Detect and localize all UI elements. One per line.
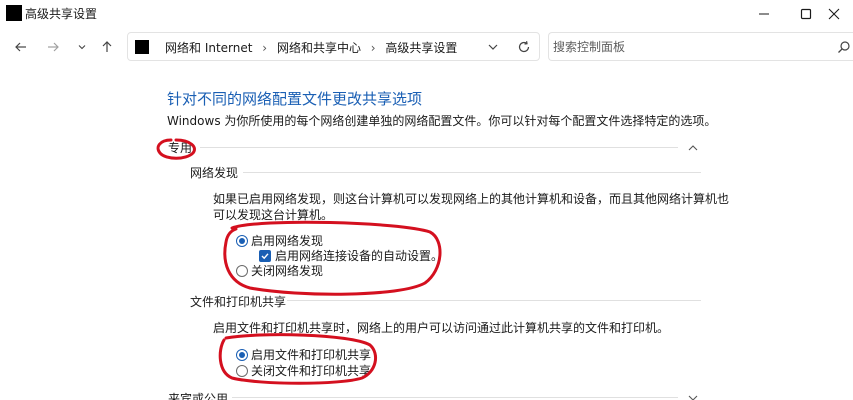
chevron-down-icon: [688, 395, 698, 400]
page-title: 针对不同的网络配置文件更改共享选项: [167, 90, 423, 108]
chevron-down-icon: [488, 44, 498, 50]
network-discovery-title: 网络发现: [190, 166, 239, 180]
window-title: 高级共享设置: [25, 7, 98, 21]
network-discovery-on-radio[interactable]: [236, 234, 248, 247]
search-box[interactable]: [548, 32, 853, 61]
breadcrumb-separator-icon[interactable]: ›: [262, 41, 267, 55]
main-content: 针对不同的网络配置文件更改共享选项 Windows 为你所使用的每个网络创建单独…: [0, 66, 853, 400]
breadcrumb-item-advanced-sharing[interactable]: 高级共享设置: [385, 41, 457, 55]
search-icon[interactable]: [836, 39, 852, 55]
chevron-up-icon: [688, 145, 698, 151]
up-button[interactable]: [97, 37, 117, 57]
maximize-icon: [800, 8, 812, 20]
description-line: 可以发现这台计算机。: [213, 208, 334, 222]
breadcrumb-item-network-sharing-center[interactable]: 网络和共享中心: [277, 41, 361, 55]
option-label: 启用文件和打印机共享: [251, 348, 372, 362]
recent-locations-button[interactable]: [72, 37, 92, 57]
refresh-button[interactable]: [516, 39, 532, 55]
file-printer-sharing-description: 启用文件和打印机共享时，网络上的用户可以访问通过此计算机共享的文件和打印机。: [213, 321, 670, 335]
forward-button[interactable]: [43, 37, 63, 57]
expand-guest-public-button[interactable]: [686, 391, 700, 400]
network-discovery-off-radio[interactable]: [236, 264, 248, 277]
title-bar: 高级共享设置: [0, 0, 853, 28]
address-dropdown-button[interactable]: [485, 39, 501, 55]
file-printer-sharing-off-radio[interactable]: [236, 364, 248, 377]
description-line: 如果已启用网络发现，则这台计算机可以发现网络上的其他计算机和设备，而且其他网络计…: [213, 192, 730, 206]
minimize-button[interactable]: [741, 0, 787, 28]
navigation-bar: 网络和 Internet › 网络和共享中心 › 高级共享设置: [0, 28, 853, 66]
divider: [243, 172, 701, 173]
network-discovery-off-option[interactable]: 关闭网络发现: [236, 262, 323, 279]
chevron-down-icon: [78, 45, 86, 50]
minimize-icon: [759, 13, 769, 15]
arrow-left-icon: [15, 42, 26, 52]
page-description: Windows 为你所使用的每个网络创建单独的网络配置文件。你可以针对每个配置文…: [167, 114, 717, 128]
app-icon: [6, 5, 22, 21]
divider: [287, 300, 701, 301]
profile-header-private[interactable]: 专用: [168, 139, 192, 156]
file-printer-sharing-on-option[interactable]: 启用文件和打印机共享: [236, 346, 371, 363]
option-label: 关闭网络发现: [251, 264, 324, 278]
breadcrumb: 网络和 Internet › 网络和共享中心 › 高级共享设置: [165, 39, 457, 56]
breadcrumb-separator-icon[interactable]: ›: [371, 41, 376, 55]
collapse-private-button[interactable]: [686, 141, 700, 155]
file-printer-sharing-off-option[interactable]: 关闭文件和打印机共享: [236, 362, 371, 379]
network-discovery-description: 如果已启用网络发现，则这台计算机可以发现网络上的其他计算机和设备，而且其他网络计…: [213, 191, 730, 223]
back-button[interactable]: [11, 37, 31, 57]
profile-header-guest-public[interactable]: 来宾或公用: [168, 390, 228, 400]
check-icon: [261, 252, 269, 259]
divider: [200, 147, 678, 148]
auto-setup-checkbox[interactable]: [259, 249, 271, 262]
arrow-up-icon: [102, 41, 112, 52]
close-button[interactable]: [814, 0, 853, 28]
file-printer-sharing-title: 文件和打印机共享: [190, 295, 287, 309]
arrow-right-icon: [48, 42, 59, 52]
close-icon: [828, 8, 839, 20]
file-printer-sharing-on-radio[interactable]: [236, 348, 248, 361]
breadcrumb-item-network-internet[interactable]: 网络和 Internet: [165, 41, 252, 55]
control-panel-icon: [135, 40, 149, 54]
address-bar[interactable]: 网络和 Internet › 网络和共享中心 › 高级共享设置: [127, 32, 540, 61]
search-input[interactable]: [553, 37, 823, 57]
refresh-icon: [518, 41, 530, 53]
option-label: 关闭文件和打印机共享: [251, 364, 372, 378]
divider: [232, 397, 678, 398]
